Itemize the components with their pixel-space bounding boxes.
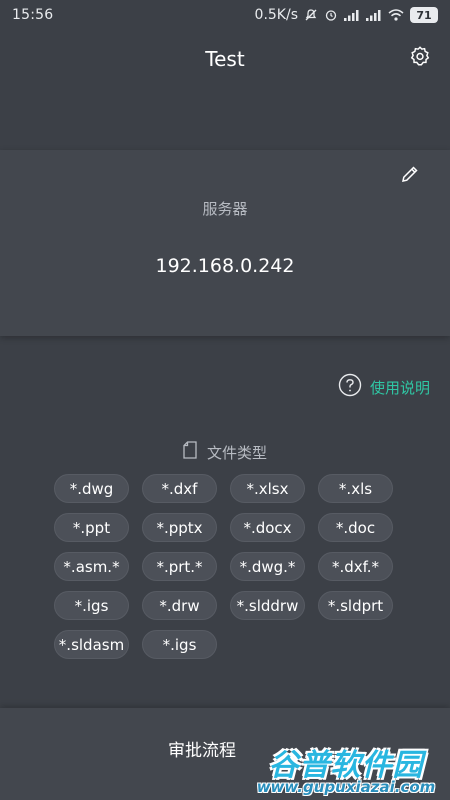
question-circle-icon <box>338 373 362 401</box>
file-type-tag: *.slddrw <box>230 591 305 620</box>
watermark-url: www.gupuxiazai.com <box>256 778 436 796</box>
file-type-tag: *.xls <box>318 474 393 503</box>
status-time: 15:56 <box>12 7 54 23</box>
server-card: 服务器 192.168.0.242 <box>0 150 450 336</box>
signal-icon <box>366 9 382 21</box>
file-type-tag: *.ppt <box>54 513 129 542</box>
mute-icon <box>304 8 318 22</box>
network-speed: 0.5K/s <box>254 7 298 23</box>
server-address: 192.168.0.242 <box>155 255 295 277</box>
file-type-tags: *.dwg *.dxf *.xlsx *.xls *.ppt *.pptx *.… <box>54 474 394 659</box>
watermark-brand: 谷普软件园 <box>268 748 424 783</box>
settings-button[interactable] <box>408 46 432 70</box>
file-type-tag: *.dwg.* <box>230 552 305 581</box>
file-type-tag: *.prt.* <box>142 552 217 581</box>
file-type-tag: *.sldasm <box>54 630 129 659</box>
pencil-icon <box>400 164 420 188</box>
file-types-title: 文件类型 <box>206 443 267 462</box>
file-type-tag: *.asm.* <box>54 552 129 581</box>
document-icon <box>183 441 197 463</box>
file-type-tag: *.drw <box>142 591 217 620</box>
file-types-header: 文件类型 <box>0 441 450 463</box>
file-type-tag: *.doc <box>318 513 393 542</box>
file-type-tag: *.docx <box>230 513 305 542</box>
file-type-tag: *.igs <box>54 591 129 620</box>
file-type-tag: *.igs <box>142 630 217 659</box>
wifi-icon <box>388 9 404 21</box>
gear-icon <box>409 45 431 71</box>
approval-workflow-button[interactable]: 审批流程 <box>168 734 236 762</box>
server-label: 服务器 <box>202 200 248 218</box>
file-type-tag: *.pptx <box>142 513 217 542</box>
file-type-tag: *.dxf.* <box>318 552 393 581</box>
status-bar: 15:56 0.5K/s 71 <box>0 0 450 30</box>
status-indicators: 0.5K/s 71 <box>255 7 438 23</box>
file-type-tag: *.sldprt <box>318 591 393 620</box>
file-type-tag: *.dwg <box>54 474 129 503</box>
edit-server-button[interactable] <box>398 164 422 188</box>
help-link-label: 使用说明 <box>369 378 430 397</box>
app-header: Test <box>0 30 450 88</box>
signal-icon <box>344 9 360 21</box>
help-link[interactable]: 使用说明 <box>338 373 430 401</box>
battery-indicator: 71 <box>410 7 438 23</box>
watermark: 谷普软件园 www.gupuxiazai.com <box>246 740 446 798</box>
file-type-tag: *.dxf <box>142 474 217 503</box>
page-title: Test <box>205 47 245 71</box>
alarm-icon <box>324 8 338 22</box>
file-type-tag: *.xlsx <box>230 474 305 503</box>
